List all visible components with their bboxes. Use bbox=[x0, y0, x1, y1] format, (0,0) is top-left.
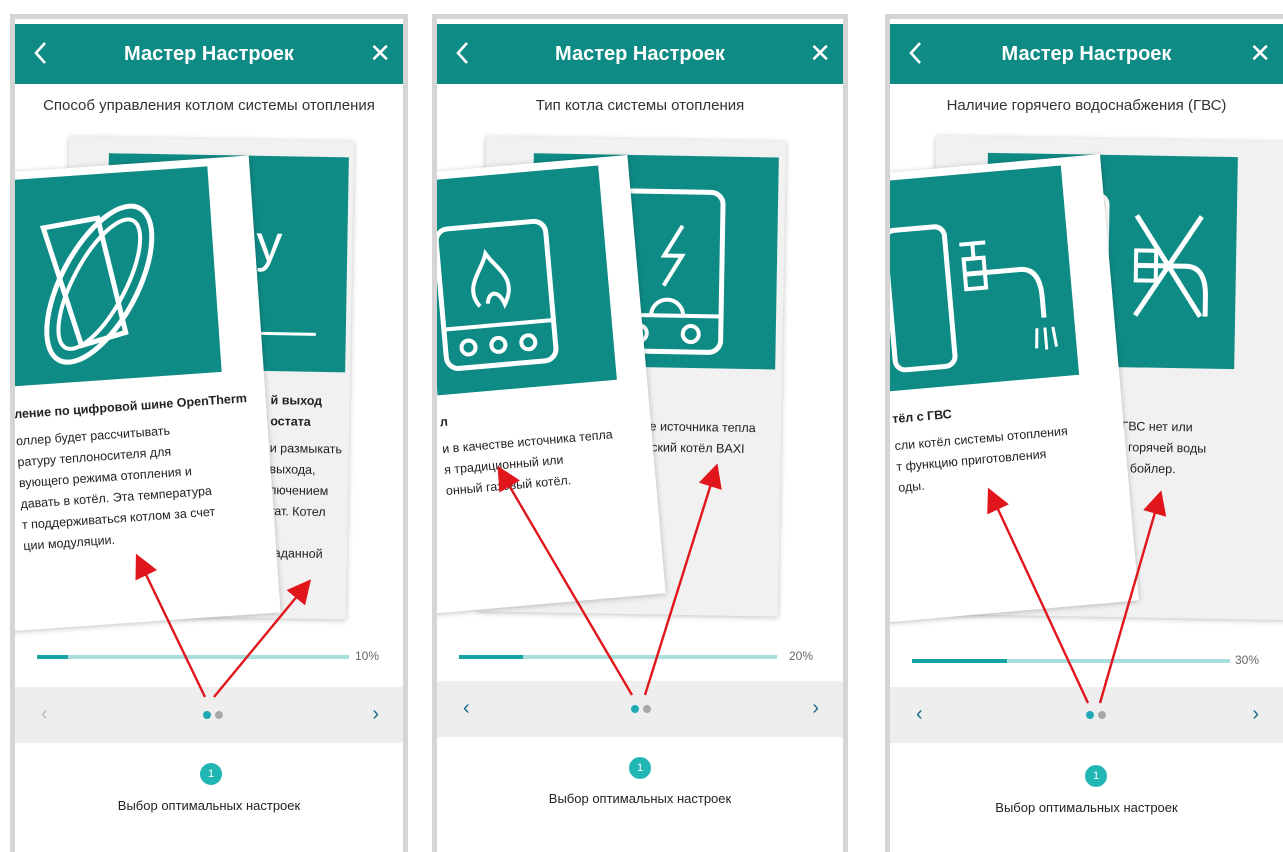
tap-icon bbox=[890, 165, 1080, 392]
chevron-left-icon[interactable] bbox=[29, 38, 53, 68]
option-card-gas-boiler[interactable]: л и в качестве источника тепла я традици… bbox=[437, 154, 666, 616]
wizard-panel-2: Мастер Настроек ✕ Тип котла системы отоп… bbox=[432, 14, 848, 852]
wizard-title: Мастер Настроек bbox=[124, 42, 294, 65]
carousel-dot[interactable] bbox=[643, 705, 651, 713]
wizard-progress-fill bbox=[459, 655, 523, 659]
wizard-header: Мастер Настроек ✕ bbox=[15, 24, 403, 84]
carousel-dot[interactable] bbox=[215, 711, 223, 719]
carousel-next-button[interactable]: › bbox=[1252, 703, 1259, 726]
wizard-header: Мастер Настроек ✕ bbox=[890, 24, 1283, 84]
option-card-stack: ay й выход остата и размыкать выхода, лю… bbox=[15, 129, 403, 649]
step-label: Выбор оптимальных настроек bbox=[117, 798, 301, 813]
option-card-hot-water[interactable]: тёл с ГВС сли котёл системы отопления т … bbox=[890, 154, 1140, 624]
wizard-title: Мастер Настроек bbox=[555, 42, 725, 65]
wizard-progress-fill bbox=[37, 655, 69, 659]
carousel-prev-button[interactable]: ‹ bbox=[463, 697, 470, 720]
carousel-prev-button[interactable]: ‹ bbox=[41, 703, 48, 726]
close-icon[interactable]: ✕ bbox=[369, 38, 391, 68]
electric-boiler-description: л стве источника тепла ический котёл BAX… bbox=[630, 392, 756, 456]
option-card-stack: л стве источника тепла ический котёл BAX… bbox=[437, 129, 843, 649]
chevron-left-icon[interactable] bbox=[451, 38, 475, 68]
wizard-title: Мастер Настроек bbox=[1001, 42, 1172, 65]
carousel-dot[interactable] bbox=[1098, 711, 1106, 719]
chevron-left-icon[interactable] bbox=[904, 38, 928, 68]
wizard-progress-label: 30% bbox=[1235, 653, 1260, 667]
wizard-panel-1: Мастер Настроек ✕ Способ управления котл… bbox=[10, 14, 408, 852]
option-card-opentherm[interactable]: ление по цифровой шине OpenTherm оллер б… bbox=[13, 155, 281, 633]
carousel-dot-active[interactable] bbox=[1086, 711, 1094, 719]
wizard-progress-label: 20% bbox=[789, 649, 814, 663]
carousel-next-button[interactable]: › bbox=[372, 703, 379, 726]
close-icon[interactable]: ✕ bbox=[809, 38, 831, 68]
carousel-nav: ‹ › bbox=[437, 681, 843, 737]
option-card-stack: С а ГВС нет или ия горячей воды ый бойле… bbox=[890, 129, 1283, 649]
wizard-panel-3: Мастер Настроек ✕ Наличие горячего водос… bbox=[885, 14, 1283, 852]
wizard-question: Способ управления котлом системы отоплен… bbox=[43, 97, 375, 114]
gas-boiler-icon bbox=[437, 165, 617, 396]
opentherm-description: ление по цифровой шине OpenTherm оллер б… bbox=[13, 391, 248, 554]
wizard-progress-bar bbox=[912, 659, 1230, 663]
wizard-question: Тип котла системы отопления bbox=[535, 97, 745, 114]
wizard-header: Мастер Настроек ✕ bbox=[437, 24, 843, 84]
carousel-nav: ‹ › bbox=[890, 687, 1283, 743]
wizard-progress-fill bbox=[912, 659, 1008, 663]
gas-boiler-description: л и в качестве источника тепла я традици… bbox=[439, 414, 614, 499]
hot-water-description: тёл с ГВС сли котёл системы отопления т … bbox=[891, 407, 1069, 495]
relay-description: й выход остата и размыкать выхода, лючен… bbox=[267, 393, 343, 562]
carousel-dot-active[interactable] bbox=[631, 705, 639, 713]
step-label: Выбор оптимальных настроек bbox=[548, 791, 732, 806]
wizard-progress-bar bbox=[459, 655, 777, 659]
no-hot-water-description: С а ГВС нет или ия горячей воды ый бойле… bbox=[1110, 392, 1207, 477]
step-label: Выбор оптимальных настроек bbox=[995, 800, 1178, 815]
carousel-nav: ‹ › bbox=[15, 687, 403, 743]
step-indicator: 1 bbox=[1085, 765, 1107, 787]
wizard-question: Наличие горячего водоснабжения (ГВС) bbox=[946, 97, 1227, 114]
carousel-prev-button[interactable]: ‹ bbox=[916, 703, 923, 726]
step-indicator: 1 bbox=[629, 757, 651, 779]
carousel-dot-active[interactable] bbox=[203, 711, 211, 719]
opentherm-board-icon bbox=[15, 166, 222, 387]
carousel-next-button[interactable]: › bbox=[812, 697, 819, 720]
step-indicator: 1 bbox=[200, 763, 222, 785]
close-icon[interactable]: ✕ bbox=[1249, 38, 1271, 68]
wizard-progress-bar bbox=[37, 655, 349, 659]
wizard-progress-label: 10% bbox=[355, 649, 380, 663]
